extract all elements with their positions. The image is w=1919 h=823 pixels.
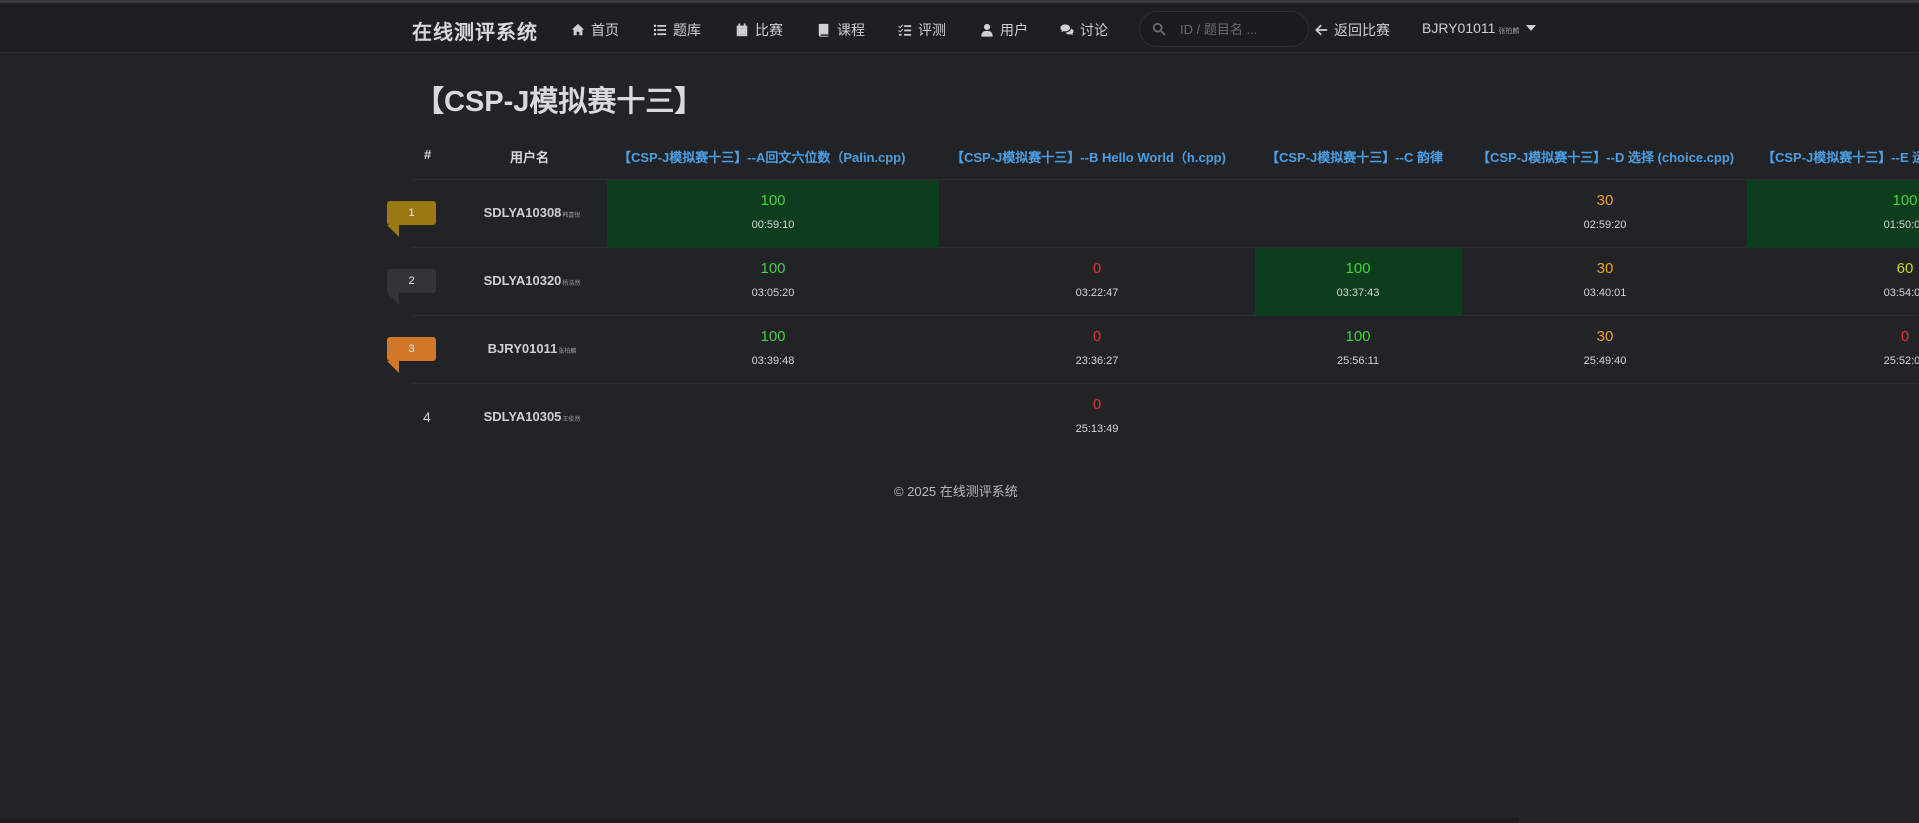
column-header-problem-b[interactable]: 【CSP-J模拟赛十三】--B Hello World（h.cpp): [951, 147, 1226, 166]
column-header-username: 用户名: [510, 150, 550, 165]
rank-badge-bronze: 3: [387, 337, 436, 373]
list-icon: [653, 24, 667, 36]
ranklist-username[interactable]: SDLYA10305王俊然: [484, 409, 581, 424]
book-icon: [818, 23, 829, 37]
back-to-contest-link[interactable]: 返回比赛: [1314, 20, 1390, 40]
nav-course[interactable]: 课程: [817, 20, 865, 40]
nav-problems-label: 题库: [673, 22, 701, 38]
ranklist-username[interactable]: SDLYA10320杨浩然: [484, 273, 581, 288]
submit-time: 03:05:20: [751, 287, 795, 299]
tasks-icon: [898, 24, 912, 36]
nav-home-label: 首页: [591, 22, 619, 38]
submit-time: 03:37:43: [1336, 287, 1380, 299]
nav-discuss[interactable]: 讨论: [1060, 20, 1108, 40]
nav-contest[interactable]: 比赛: [735, 20, 783, 40]
score-value[interactable]: 30: [1597, 260, 1614, 277]
column-header-problem-c[interactable]: 【CSP-J模拟赛十三】--C 韵律: [1266, 147, 1443, 166]
current-username: BJRY01011: [1422, 20, 1496, 36]
score-value[interactable]: 100: [760, 260, 785, 277]
search-icon: [1152, 22, 1166, 36]
current-user-realname: 张柏麟: [1498, 28, 1520, 35]
submit-time: 25:56:11: [1336, 355, 1380, 367]
back-to-contest-label: 返回比赛: [1334, 22, 1390, 38]
rank-badge-silver: 2: [387, 269, 436, 305]
nav-user-label: 用户: [1000, 22, 1028, 38]
submit-time: 03:40:01: [1583, 287, 1627, 299]
column-header-problem-e[interactable]: 【CSP-J模拟赛十三】--E 运: [1762, 147, 1919, 166]
column-header-rank: #: [424, 147, 432, 162]
rank-number: 2: [408, 275, 415, 287]
username-text: BJRY01011: [487, 341, 558, 356]
rank-number: 3: [408, 343, 415, 355]
home-icon: [571, 23, 585, 36]
rank-number: 4: [423, 409, 431, 425]
arrow-left-icon: [1315, 24, 1328, 36]
user-realname: 韩嘉锐: [562, 213, 581, 219]
score-value[interactable]: 30: [1597, 192, 1614, 209]
submit-time: 02:59:20: [1583, 219, 1627, 231]
score-value[interactable]: 100: [760, 328, 785, 345]
nav-user[interactable]: 用户: [980, 20, 1028, 40]
username-text: SDLYA10308: [483, 205, 562, 220]
submit-time: 03:54:02: [1883, 287, 1919, 299]
nav-status[interactable]: 评测: [898, 20, 946, 40]
calendar-icon: [736, 23, 748, 37]
score-value[interactable]: 100: [1345, 328, 1370, 345]
ranklist-username[interactable]: SDLYA10308韩嘉锐: [484, 205, 581, 220]
search-input[interactable]: [1178, 20, 1302, 38]
username-text: SDLYA10305: [483, 409, 562, 424]
first-solve-cell: [607, 180, 939, 248]
user-realname: 张柏麟: [558, 349, 577, 355]
username-text: SDLYA10320: [483, 273, 562, 288]
submit-time: 01:50:06: [1883, 219, 1919, 231]
submit-time: 03:22:47: [1075, 287, 1119, 299]
column-header-problem-a[interactable]: 【CSP-J模拟赛十三】--A回文六位数（Palin.cpp): [618, 147, 905, 166]
nav-contest-label: 比赛: [755, 22, 783, 38]
brand-logo[interactable]: 在线测评系统: [412, 16, 538, 45]
score-value[interactable]: 0: [1093, 260, 1101, 277]
nav-course-label: 课程: [837, 22, 865, 38]
navbar: 在线测评系统 首页 题库 比赛 课程 评测 用户 讨论 返回比赛 BJRY010…: [0, 3, 1919, 53]
score-value[interactable]: 100: [1345, 260, 1370, 277]
submit-time: 03:39:48: [751, 355, 795, 367]
nav-home[interactable]: 首页: [571, 20, 619, 40]
user-dropdown[interactable]: BJRY01011 张柏麟: [1422, 20, 1537, 36]
nav-discuss-label: 讨论: [1080, 22, 1108, 38]
user-icon: [981, 23, 993, 37]
column-header-problem-d[interactable]: 【CSP-J模拟赛十三】--D 选择 (choice.cpp): [1477, 147, 1734, 166]
submit-time: 25:13:49: [1075, 423, 1119, 435]
score-value[interactable]: 30: [1597, 328, 1614, 345]
rank-badge-gold: 1: [387, 201, 436, 237]
user-realname: 杨浩然: [562, 281, 581, 287]
nav-problems[interactable]: 题库: [653, 20, 701, 40]
nav-status-label: 评测: [918, 22, 946, 38]
comments-icon: [1060, 24, 1074, 36]
row-divider: [412, 383, 1919, 384]
footer-copyright: © 2025 在线测评系统: [894, 484, 1018, 499]
bottom-bar: [0, 818, 1519, 823]
score-value[interactable]: 0: [1901, 328, 1909, 345]
score-value[interactable]: 60: [1897, 260, 1914, 277]
submit-time: 25:49:40: [1583, 355, 1627, 367]
score-value[interactable]: 100: [760, 192, 785, 209]
submit-time: 25:52:07: [1883, 355, 1919, 367]
first-solve-cell: [1747, 180, 1919, 248]
first-solve-cell: [1255, 248, 1462, 316]
score-value[interactable]: 0: [1093, 396, 1101, 413]
chevron-down-icon: [1526, 25, 1537, 31]
submit-time: 00:59:10: [751, 219, 795, 231]
submit-time: 23:36:27: [1075, 355, 1119, 367]
user-realname: 王俊然: [562, 417, 581, 423]
score-value[interactable]: 0: [1093, 328, 1101, 345]
rank-number: 1: [408, 207, 415, 219]
search-box: [1139, 11, 1309, 47]
page-title: 【CSP-J模拟赛十三】: [415, 86, 704, 118]
ranklist-username[interactable]: BJRY01011张柏麟: [488, 341, 577, 356]
row-divider: [412, 315, 1919, 316]
score-value[interactable]: 100: [1892, 192, 1917, 209]
